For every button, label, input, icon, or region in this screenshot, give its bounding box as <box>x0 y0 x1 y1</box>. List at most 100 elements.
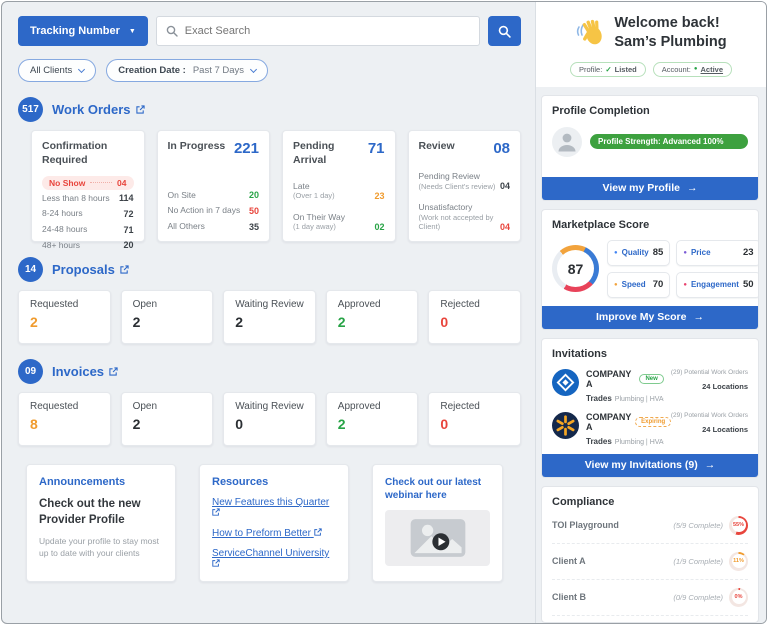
waving-hand-icon <box>577 19 603 45</box>
spark-logo-icon <box>552 411 579 439</box>
no-show-label: No Show <box>49 178 86 189</box>
card-title: Pending Arrival <box>293 140 335 166</box>
webinar-video-thumbnail[interactable] <box>385 510 490 566</box>
wo-stat-row[interactable]: On Their Way (1 day away) 02 <box>293 209 385 234</box>
announcement-body: Update your profile to stay most up to d… <box>39 536 160 559</box>
score-value: 87 <box>557 250 594 288</box>
proposals-open-card[interactable]: Open 2 <box>120 290 214 344</box>
chevron-down-icon <box>78 65 86 73</box>
wo-stat-row[interactable]: Pending Review (Needs Client's review) 04 <box>419 169 511 194</box>
resources-card: Resources New Features this Quarter How … <box>199 464 349 582</box>
clients-filter[interactable]: All Clients <box>18 59 97 82</box>
resource-link[interactable]: New Features this Quarter <box>212 497 336 519</box>
webinar-title-link[interactable]: Check out our latest webinar here <box>385 476 490 502</box>
arrow-right-icon: → <box>693 311 704 324</box>
wo-stat-row[interactable]: Late (Over 1 day) 23 <box>293 178 385 203</box>
creation-date-value: Past 7 Days <box>192 65 245 76</box>
card-count: 08 <box>493 140 510 157</box>
invoices-waiting-review-card[interactable]: Waiting Review 0 <box>223 392 316 446</box>
wo-stat-row[interactable]: 8-24 hours 72 <box>42 206 134 222</box>
work-orders-title-link[interactable]: Work Orders <box>52 102 145 117</box>
filter-bar: All Clients Creation Date : Past 7 Days <box>18 59 521 82</box>
creation-date-filter[interactable]: Creation Date : Past 7 Days <box>106 59 269 82</box>
compliance-title: Compliance <box>552 495 615 508</box>
account-status-badge[interactable]: Account: ● Active <box>652 61 733 77</box>
invitation-item[interactable]: COMPANY A New TradesPlumbing | HVAC | Ge… <box>552 368 748 403</box>
profile-strength-bar: Profile Strength: Advanced 100% <box>590 134 748 150</box>
progress-ring: 0% <box>729 587 748 607</box>
invoices-cards: Requested 8 Open 2 Waiting Review 0 Approve… <box>18 392 521 446</box>
external-link-icon <box>212 508 220 516</box>
compliance-row[interactable]: Client B (0/9 Complete) 0% <box>552 580 748 616</box>
invitations-title: Invitations <box>552 347 608 360</box>
confirmation-required-card[interactable]: Confirmation Required No Show 04 Less th… <box>31 130 145 250</box>
marketplace-score-card: Marketplace Score 87 ● Quality 85 ● Price 23… <box>541 208 759 330</box>
card-title: Confirmation Required <box>42 140 108 166</box>
dotted-leader <box>90 181 113 183</box>
info-row: Announcements Check out the new Provider… <box>26 464 521 582</box>
chevron-down-icon <box>250 65 258 73</box>
engagement-metric[interactable]: ● Engagement 50 <box>676 271 758 298</box>
invoices-title-link[interactable]: Invoices <box>52 364 118 379</box>
no-show-value: 04 <box>117 178 127 189</box>
main-content: Tracking Number ▼ All Clients Creation D… <box>2 2 535 623</box>
clients-filter-label: All Clients <box>30 65 73 76</box>
right-sidebar: Welcome back! Sam’s Plumbing Profile: ✓ … <box>535 2 766 623</box>
card-count: 71 <box>367 140 385 157</box>
work-orders-cards: Confirmation Required No Show 04 Less th… <box>31 130 521 250</box>
proposals-rejected-card[interactable]: Rejected 0 <box>428 290 521 344</box>
wo-stat-row[interactable]: Less than 8 hours 114 <box>42 190 134 206</box>
wo-stat-row[interactable]: On Site 20 <box>168 187 260 203</box>
proposals-approved-card[interactable]: Approved 2 <box>325 290 419 344</box>
proposals-count-badge: 14 <box>18 257 43 282</box>
search-field[interactable] <box>155 16 480 46</box>
profile-completion-title: Profile Completion <box>552 104 650 117</box>
view-profile-button[interactable]: View my Profile → <box>542 176 758 200</box>
invoices-open-card[interactable]: Open 2 <box>120 392 214 446</box>
resource-link[interactable]: How to Preform Better <box>212 528 336 539</box>
invitation-item[interactable]: COMPANY A Expiring Trades Plumbing | HVAC… <box>552 411 748 446</box>
search-icon <box>166 25 178 37</box>
progress-ring: 55% <box>729 515 748 535</box>
wo-stat-row[interactable]: No Action in 7 days 50 <box>168 203 260 219</box>
view-invitations-button[interactable]: View my Invitations (9) → <box>542 453 758 477</box>
search-submit-button[interactable] <box>488 16 521 46</box>
no-show-row[interactable]: No Show 04 <box>42 176 134 191</box>
speed-metric[interactable]: ● Speed 70 <box>607 271 671 298</box>
wo-stat-row[interactable]: 24-48 hours 71 <box>42 222 134 238</box>
compliance-row[interactable]: TOI Playground (5/9 Complete) 55% <box>552 508 748 544</box>
announcements-title: Announcements <box>39 476 126 488</box>
proposals-waiting-review-card[interactable]: Waiting Review 2 <box>223 290 316 344</box>
review-card[interactable]: Review 08 Pending Review (Needs Client's … <box>407 130 521 242</box>
proposals-title-link[interactable]: Proposals <box>52 262 129 277</box>
wo-stat-row[interactable]: 48+ hours 20 <box>42 237 134 253</box>
price-metric[interactable]: ● Price 23 <box>676 239 758 266</box>
external-link-icon <box>314 528 322 536</box>
compliance-row[interactable]: Client A (1/9 Complete) 11% <box>552 544 748 580</box>
compliance-row[interactable]: Client C (2/9 Complete) 22% <box>552 616 748 622</box>
resources-title: Resources <box>212 476 269 488</box>
in-progress-card[interactable]: In Progress 221 On Site 20 No Action in 7… <box>156 130 270 242</box>
progress-ring: 11% <box>729 551 748 571</box>
compliance-card: Compliance TOI Playground (5/9 Complete)… <box>541 485 759 623</box>
profile-status-badge[interactable]: Profile: ✓ Listed <box>569 61 646 77</box>
quality-metric[interactable]: ● Quality 85 <box>607 239 671 266</box>
announcement-headline: Check out the new Provider Profile <box>39 498 141 526</box>
card-count: 221 <box>233 140 259 157</box>
wo-stat-row[interactable]: Unsatisfactory (Work not accepted by Clie… <box>419 200 511 234</box>
search-type-label: Tracking Number <box>30 25 120 37</box>
resource-link[interactable]: ServiceChannel University <box>212 548 336 570</box>
invoices-requested-card[interactable]: Requested 8 <box>18 392 111 446</box>
proposals-cards: Requested 2 Open 2 Waiting Review 2 Approve… <box>18 290 521 344</box>
improve-score-button[interactable]: Improve My Score → <box>542 305 758 329</box>
wo-stat-row[interactable]: All Others 35 <box>168 218 260 234</box>
caret-down-icon: ▼ <box>128 27 136 35</box>
proposals-requested-card[interactable]: Requested 2 <box>18 290 111 344</box>
search-type-dropdown[interactable]: Tracking Number ▼ <box>18 16 148 46</box>
diamond-logo-icon <box>552 368 579 396</box>
dot-icon: ● <box>614 249 618 256</box>
invoices-rejected-card[interactable]: Rejected 0 <box>428 392 521 446</box>
invoices-approved-card[interactable]: Approved 2 <box>325 392 419 446</box>
pending-arrival-card[interactable]: Pending Arrival 71 Late (Over 1 day) 23 On… <box>282 130 396 242</box>
search-input[interactable] <box>184 25 470 37</box>
